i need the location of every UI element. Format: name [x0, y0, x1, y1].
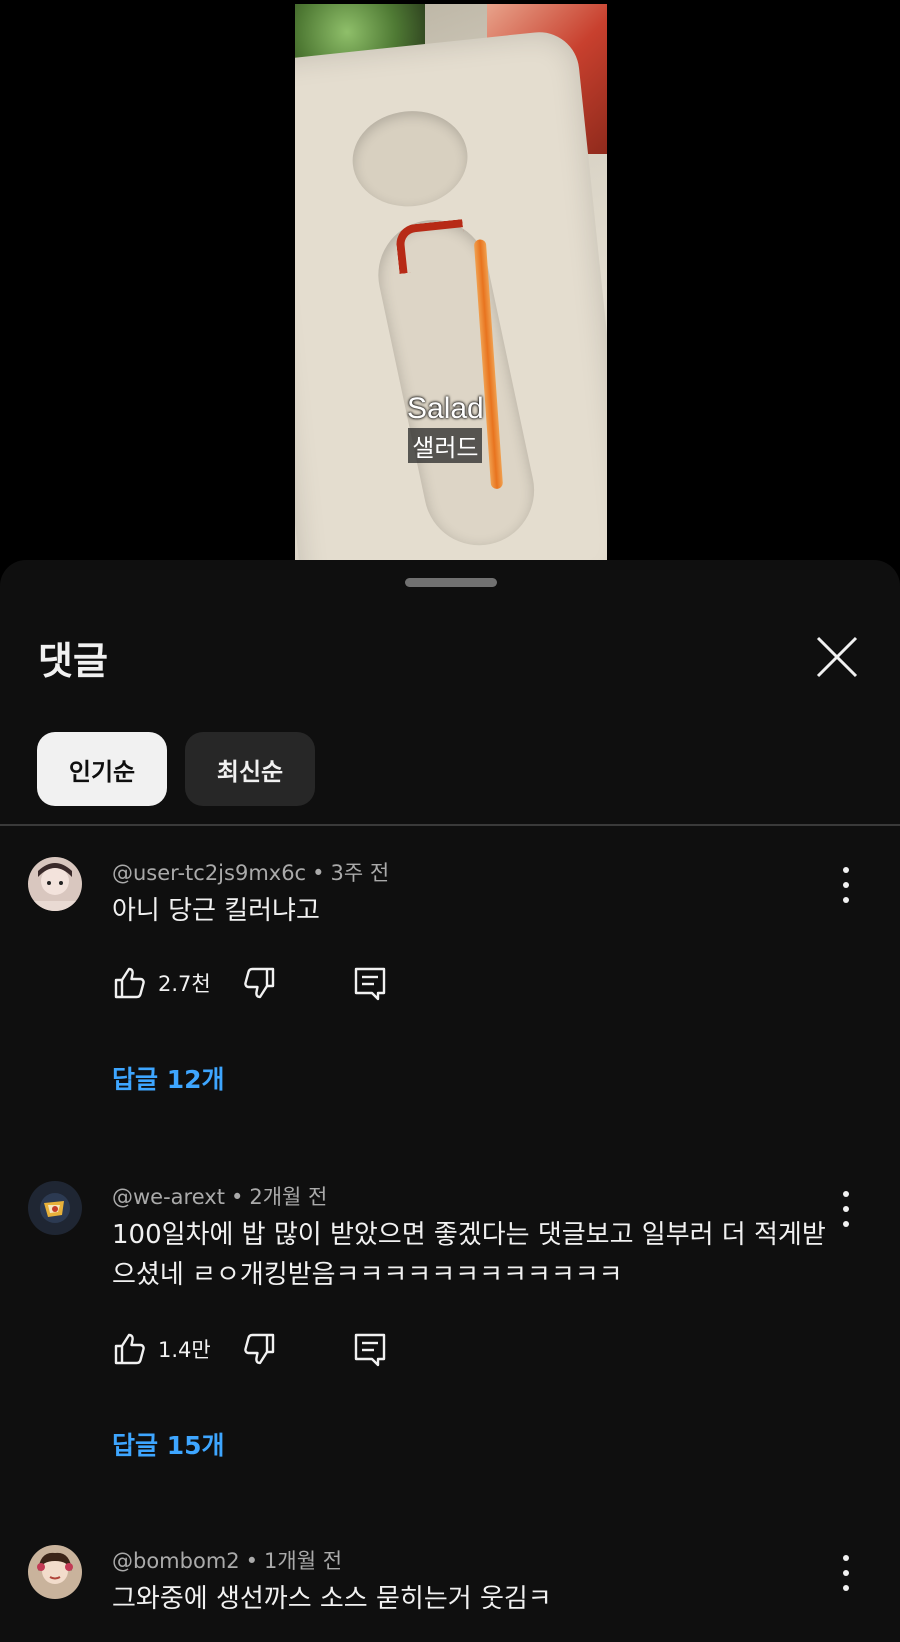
reply-icon[interactable] [352, 965, 388, 1001]
avatar-image [28, 1545, 82, 1599]
comment-author[interactable]: @bombom2 [112, 1549, 240, 1573]
video-tray-cup [347, 105, 473, 212]
comments-sheet: 댓글 인기순 최신순 @user-tc2js9mx6c • 3주 전 아니 당근 킬… [0, 560, 900, 1642]
more-options-button[interactable] [836, 1555, 856, 1591]
more-options-button[interactable] [836, 1191, 856, 1227]
comment-time: 3주 전 [330, 861, 390, 885]
more-dot [843, 897, 849, 903]
video-caption: Salad 샐러드 [407, 392, 484, 463]
like-icon[interactable] [112, 965, 148, 1001]
more-dot [843, 867, 849, 873]
video-frame[interactable]: Salad 샐러드 [295, 4, 607, 560]
comment-text: 그와중에 생선까스 소스 묻히는거 웃김ㅋ [112, 1584, 552, 1614]
sort-chip-newest[interactable]: 최신순 [185, 732, 315, 806]
close-icon [816, 636, 858, 678]
sheet-title: 댓글 [38, 639, 108, 683]
video-tray [295, 28, 607, 560]
more-options-button[interactable] [836, 867, 856, 903]
close-button[interactable] [812, 632, 862, 682]
more-dot [843, 1191, 849, 1197]
more-dot [843, 1570, 849, 1576]
comment-actions: 1.4만 [112, 1329, 386, 1369]
avatar-image [28, 857, 82, 911]
caption-korean: 샐러드 [408, 428, 483, 463]
comment-meta: @user-tc2js9mx6c • 3주 전 [112, 861, 390, 885]
like-count: 1.4만 [158, 1338, 211, 1362]
comment-text: 100일차에 밥 많이 받았으면 좋겠다는 댓글보고 일부러 더 적게받으셨네 … [112, 1220, 826, 1290]
comment-actions: 2.7천 [112, 963, 386, 1003]
video-sauce [394, 219, 468, 274]
divider [0, 824, 900, 826]
comment-time: 2개월 전 [249, 1185, 328, 1209]
avatar-image [28, 1181, 82, 1235]
more-dot [843, 882, 849, 888]
drag-handle[interactable] [405, 578, 497, 587]
dislike-icon[interactable] [241, 1331, 277, 1367]
video-player[interactable]: Salad 샐러드 [0, 0, 900, 560]
sort-chip-popular[interactable]: 인기순 [37, 732, 167, 806]
avatar[interactable] [28, 857, 82, 911]
comment-text: 아니 당근 킬러냐고 [112, 896, 320, 926]
more-dot [843, 1221, 849, 1227]
comment-author[interactable]: @user-tc2js9mx6c [112, 861, 306, 885]
more-dot [843, 1555, 849, 1561]
like-icon[interactable] [112, 1331, 148, 1367]
comment-author[interactable]: @we-arext [112, 1185, 225, 1209]
reply-icon[interactable] [352, 1331, 388, 1367]
caption-english: Salad [407, 392, 484, 425]
dislike-icon[interactable] [241, 965, 277, 1001]
more-dot [843, 1585, 849, 1591]
avatar[interactable] [28, 1545, 82, 1599]
replies-link[interactable]: 답글 15개 [112, 1426, 225, 1462]
more-dot [843, 1206, 849, 1212]
comment-meta: @we-arext • 2개월 전 [112, 1185, 328, 1209]
like-count: 2.7천 [158, 972, 211, 996]
replies-link[interactable]: 답글 12개 [112, 1060, 225, 1096]
comment-meta: @bombom2 • 1개월 전 [112, 1549, 343, 1573]
comment-time: 1개월 전 [264, 1549, 343, 1573]
avatar[interactable] [28, 1181, 82, 1235]
